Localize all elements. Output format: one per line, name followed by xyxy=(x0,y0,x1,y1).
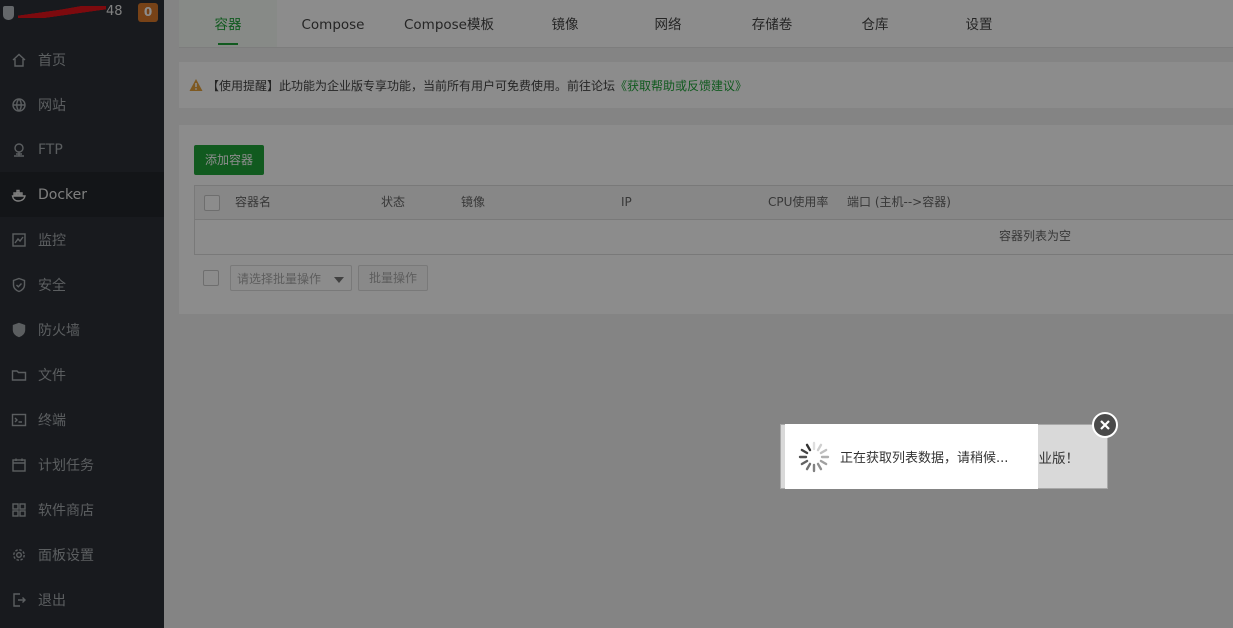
spinner-spoke xyxy=(819,459,828,465)
close-button[interactable] xyxy=(1092,412,1118,438)
spinner-spoke xyxy=(805,443,812,451)
spinner-spoke xyxy=(816,443,823,451)
modal-backdrop[interactable] xyxy=(0,0,1233,628)
loading-dialog: 正在获取列表数据，请稍候... xyxy=(785,424,1038,489)
loading-spinner-icon xyxy=(798,441,830,472)
close-icon xyxy=(1100,420,1110,430)
spinner-spoke xyxy=(800,448,809,454)
spinner-spoke xyxy=(805,462,812,470)
spinner-spoke xyxy=(819,448,828,454)
loading-message: 正在获取列表数据，请稍候... xyxy=(840,451,1009,466)
spinner-spoke xyxy=(800,459,809,465)
spinner-spoke xyxy=(816,462,823,470)
